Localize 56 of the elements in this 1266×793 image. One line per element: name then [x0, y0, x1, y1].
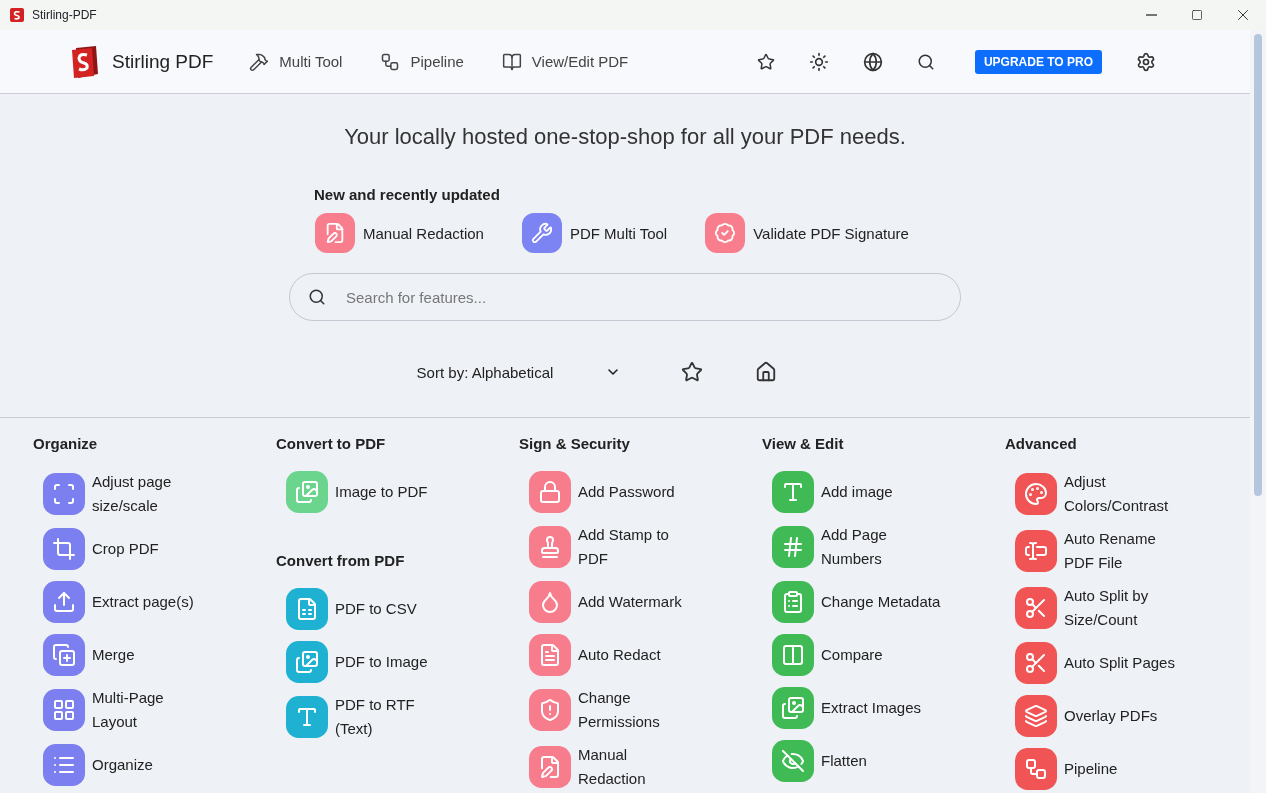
tool-link[interactable]: Overlay PDFs	[1015, 694, 1158, 738]
tool-link[interactable]: Change Permissions	[529, 686, 698, 734]
tool-link[interactable]: Pipeline	[1015, 747, 1118, 791]
category-heading: Advanced	[1005, 435, 1078, 452]
tool-link[interactable]: Add image	[772, 470, 893, 514]
tool-link[interactable]: Add Watermark	[529, 580, 682, 624]
brand-name[interactable]: Stirling PDF	[112, 50, 214, 73]
search-icon	[308, 288, 326, 306]
tool-link[interactable]: Compare	[772, 633, 883, 677]
category-heading: View & Edit	[762, 435, 845, 452]
nav-link[interactable]: View/Edit PDF	[501, 51, 629, 72]
tool-link[interactable]: Add Password	[529, 470, 675, 514]
recent-tool-link[interactable]: Manual Redaction	[315, 213, 484, 253]
tool-link[interactable]: PDF to RTF (Text)	[286, 693, 455, 741]
minimize-icon	[1145, 14, 1157, 16]
tool-link[interactable]: Adjust Colors/Contrast	[1015, 470, 1184, 518]
tool-link[interactable]: Adjust page size/scale	[43, 470, 212, 518]
category-heading: Sign & Security	[519, 435, 631, 452]
tool-link[interactable]: PDF to CSV	[286, 587, 417, 631]
tool-link[interactable]: Auto Redact	[529, 633, 661, 677]
maximize-icon	[1191, 9, 1203, 21]
tool-link[interactable]: Flatten	[772, 739, 867, 783]
tool-link[interactable]: Change Metadata	[772, 580, 941, 624]
tool-link[interactable]: Extract Images	[772, 686, 922, 730]
tool-link[interactable]: Multi-Page Layout	[43, 686, 212, 734]
hero-title: Your locally hosted one-stop-shop for all your PDF needs.	[344, 124, 906, 150]
tool-link[interactable]: Organize	[43, 743, 153, 787]
tools-icon	[249, 51, 270, 72]
tool-link[interactable]: Add Page Numbers	[772, 523, 941, 571]
tool-link[interactable]: Auto Split by Size/Count	[1015, 584, 1184, 632]
upgrade-button[interactable]: UPGRADE TO PRO	[974, 49, 1102, 74]
recent-tool-link[interactable]: Validate PDF Signature	[705, 213, 909, 253]
logo-icon	[70, 44, 100, 79]
scrollbar[interactable]	[1250, 30, 1266, 793]
window-title: Stirling-PDF	[32, 8, 98, 22]
tool-link[interactable]: PDF to Image	[286, 640, 428, 684]
nav-link[interactable]: Multi Tool	[249, 51, 343, 72]
tool-link[interactable]: Auto Rename PDF File	[1015, 527, 1184, 575]
search-field[interactable]: Search for features...	[289, 273, 961, 321]
tool-link[interactable]: Manual Redaction	[529, 743, 698, 791]
tool-link[interactable]: Add Stamp to PDF	[529, 523, 698, 571]
tool-link[interactable]: Image to PDF	[286, 470, 428, 514]
tool-link[interactable]: Auto Split Pages	[1015, 641, 1175, 685]
tool-link[interactable]: Extract page(s)	[43, 580, 194, 624]
tool-link[interactable]: Merge	[43, 633, 135, 677]
sort-select[interactable]: Sort by: Alphabetical	[412, 359, 626, 385]
app-icon	[10, 8, 24, 22]
recent-tool-link[interactable]: PDF Multi Tool	[521, 213, 668, 253]
category-heading: Organize	[33, 435, 99, 452]
pipeline-icon	[380, 51, 401, 72]
section-heading: New and recently updated	[314, 186, 501, 203]
category-heading: Convert from PDF	[276, 552, 406, 569]
tool-link[interactable]: Crop PDF	[43, 527, 159, 571]
nav-link[interactable]: Pipeline	[380, 51, 464, 72]
book-icon	[501, 51, 522, 72]
category-heading: Convert to PDF	[276, 435, 387, 452]
